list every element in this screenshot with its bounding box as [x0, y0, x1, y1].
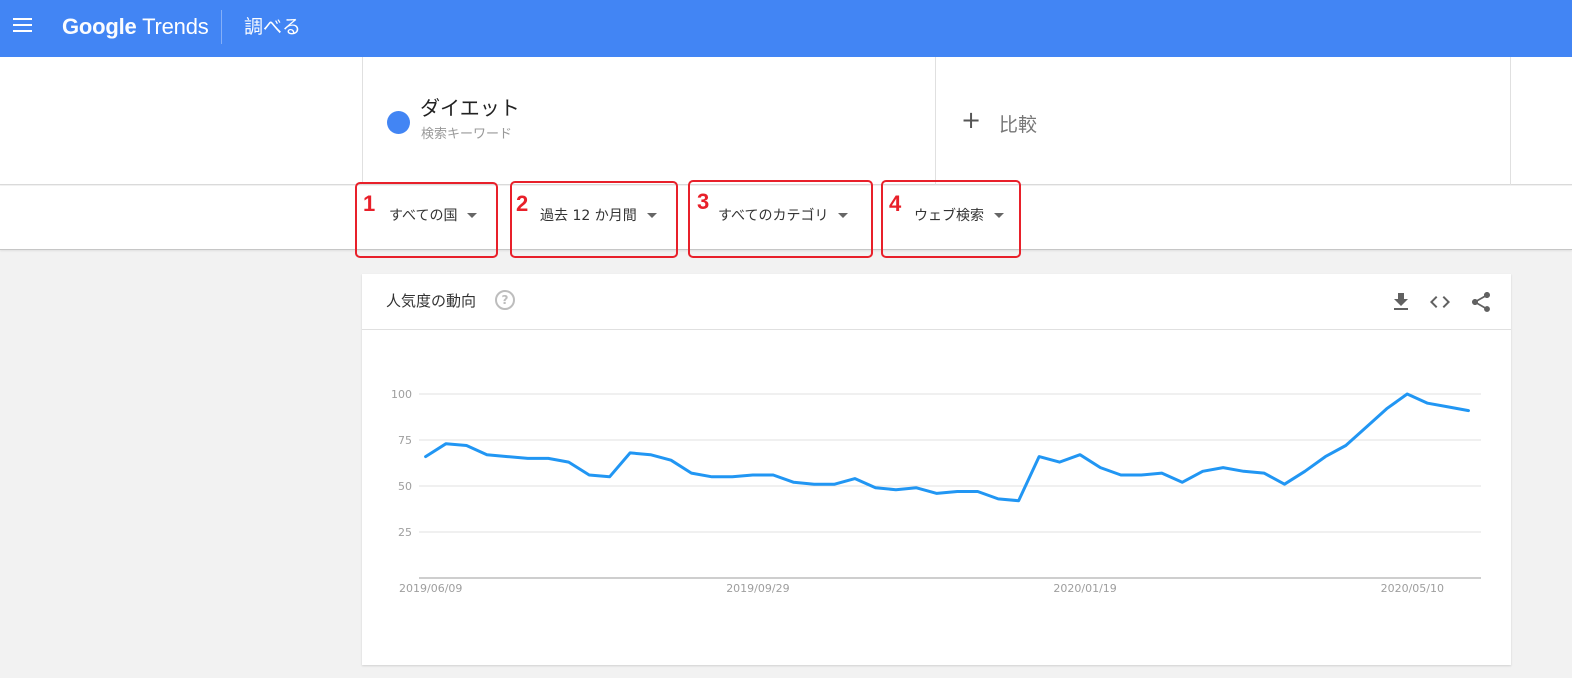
- logo-trends-text: Trends: [142, 14, 209, 39]
- help-icon[interactable]: ?: [495, 290, 515, 310]
- y-tick-label: 100: [391, 388, 412, 401]
- chevron-down-icon: [838, 212, 849, 218]
- category-filter-label: すべてのカテゴリ: [718, 208, 829, 224]
- country-filter-dropdown[interactable]: すべての国: [389, 206, 478, 226]
- category-filter-dropdown[interactable]: すべてのカテゴリ: [718, 206, 849, 226]
- y-tick-label: 25: [398, 526, 412, 539]
- app-bar: Google Trends 調べる: [0, 0, 1572, 57]
- term-color-dot: [387, 111, 410, 134]
- filter-bar: すべての国 過去 12 か月間 すべてのカテゴリ ウェブ検索: [0, 186, 1572, 250]
- page-title: 調べる: [244, 16, 302, 38]
- series-line[interactable]: [424, 392, 1470, 503]
- x-tick-label: 2020/01/19: [1053, 582, 1116, 595]
- annotation-number-2: 2: [516, 191, 529, 216]
- annotation-number-1: 1: [363, 191, 376, 216]
- menu-icon[interactable]: [13, 18, 33, 34]
- compare-label: 比較: [999, 114, 1038, 136]
- search-term-name[interactable]: ダイエット: [420, 95, 520, 121]
- time-range-filter-label: 過去 12 か月間: [540, 208, 637, 224]
- compare-button[interactable]: + 比較: [936, 57, 1511, 185]
- search-type-filter-dropdown[interactable]: ウェブ検索: [914, 206, 1004, 226]
- chevron-down-icon: [467, 212, 478, 218]
- interest-over-time-card: 人気度の動向 ? 25 50 75 100 2019/06/09 2019/09/29 20…: [362, 274, 1511, 665]
- annotation-number-4: 4: [889, 191, 902, 216]
- share-icon[interactable]: [1469, 290, 1493, 314]
- appbar-divider: [221, 10, 222, 44]
- annotation-number-3: 3: [697, 189, 710, 214]
- embed-icon[interactable]: [1428, 290, 1452, 314]
- logo-google-text: Google: [62, 14, 137, 39]
- interest-line-chart: 25 50 75 100 2019/06/09 2019/09/29 2020/01/19 2…: [391, 388, 1481, 595]
- search-term-area: ダイエット 検索キーワード + 比較: [0, 57, 1572, 185]
- plus-icon: +: [961, 106, 982, 134]
- google-trends-logo[interactable]: Google Trends: [62, 12, 209, 42]
- y-tick-label: 75: [398, 434, 412, 447]
- x-tick-label: 2020/05/10: [1381, 582, 1444, 595]
- download-icon[interactable]: [1389, 290, 1413, 314]
- chevron-down-icon: [646, 212, 657, 218]
- chevron-down-icon: [994, 212, 1004, 218]
- country-filter-label: すべての国: [389, 208, 458, 224]
- x-tick-label: 2019/09/29: [726, 582, 789, 595]
- x-tick-label: 2019/06/09: [399, 582, 462, 595]
- search-term-card[interactable]: ダイエット 検索キーワード: [362, 57, 936, 185]
- time-range-filter-dropdown[interactable]: 過去 12 か月間: [540, 206, 657, 226]
- y-tick-label: 50: [398, 480, 412, 493]
- chart-card-title: 人気度の動向: [386, 292, 477, 310]
- search-type-filter-label: ウェブ検索: [914, 208, 984, 224]
- search-term-type: 検索キーワード: [421, 127, 513, 142]
